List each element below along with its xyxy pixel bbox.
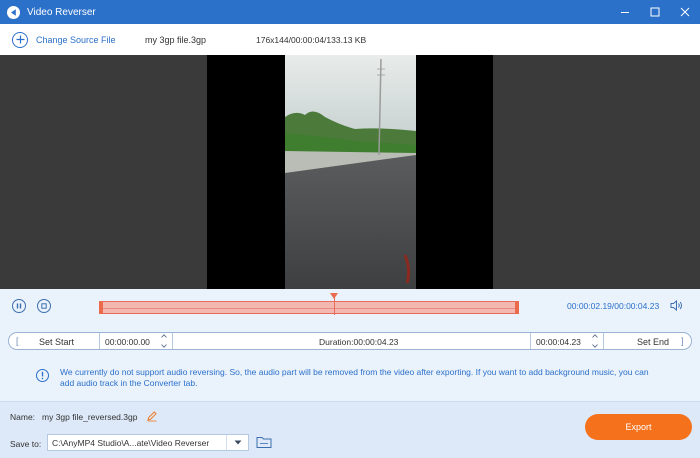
start-time-stepper[interactable] (160, 334, 168, 348)
video-frame (207, 55, 493, 289)
divider (99, 333, 100, 349)
trim-bar: [ Set Start 00:00:00.00 Duration:00:00:0… (8, 332, 692, 350)
left-bracket: [ (16, 336, 19, 346)
minimize-icon[interactable] (610, 0, 640, 24)
save-to-label: Save to: (10, 439, 42, 449)
divider (172, 333, 173, 349)
title-bar: Video Reverser (0, 0, 700, 24)
duration-label: Duration:00:00:04.23 (319, 337, 399, 347)
start-time-input[interactable]: 00:00:00.00 (105, 337, 150, 347)
close-icon[interactable] (670, 0, 700, 24)
add-icon[interactable] (12, 31, 28, 48)
maximize-icon[interactable] (640, 0, 670, 24)
trim-timeline[interactable] (99, 301, 519, 314)
set-end-button[interactable]: Set End (637, 337, 669, 347)
export-button[interactable]: Export (585, 414, 692, 440)
name-label: Name: (10, 412, 36, 422)
save-path-value: C:\AnyMP4 Studio\A...ate\Video Reverser (52, 438, 210, 448)
pause-icon[interactable] (12, 299, 26, 313)
video-image (285, 55, 416, 289)
output-filename: my 3gp file_reversed.3gp (42, 412, 138, 422)
output-panel: Name: my 3gp file_reversed.3gp Save to: … (0, 401, 700, 458)
playback-controls: 00:00:02.19/00:00:04.23 (0, 289, 700, 325)
right-bracket: ] (681, 336, 684, 346)
divider (603, 333, 604, 349)
change-source-file-button[interactable]: Change Source File (36, 35, 116, 45)
window-title: Video Reverser (27, 6, 96, 18)
source-bar: Change Source File my 3gp file.3gp 176x1… (0, 24, 700, 55)
end-time-input[interactable]: 00:00:04.23 (536, 337, 581, 347)
pencil-icon[interactable] (146, 410, 158, 424)
end-time-stepper[interactable] (591, 334, 599, 348)
chevron-down-icon[interactable] (226, 435, 248, 450)
video-preview-area (0, 55, 700, 289)
playhead-line (334, 293, 335, 315)
timeline-midline (100, 308, 518, 309)
reverse-play-icon (7, 5, 20, 19)
source-file-info: 176x144/00:00:04/133.13 KB (256, 35, 367, 45)
source-filename: my 3gp file.3gp (145, 35, 207, 45)
divider (530, 333, 531, 349)
stop-icon[interactable] (37, 299, 51, 313)
folder-icon[interactable] (256, 435, 272, 451)
trim-start-handle[interactable] (99, 301, 103, 314)
set-start-button[interactable]: Set Start (39, 337, 74, 347)
volume-icon[interactable] (670, 299, 684, 314)
audio-notice-text: We currently do not support audio revers… (60, 367, 649, 388)
playback-timecode: 00:00:02.19/00:00:04.23 (567, 301, 660, 311)
info-icon (36, 369, 49, 382)
save-path-select[interactable]: C:\AnyMP4 Studio\A...ate\Video Reverser (47, 434, 249, 451)
trim-end-handle[interactable] (515, 301, 519, 314)
